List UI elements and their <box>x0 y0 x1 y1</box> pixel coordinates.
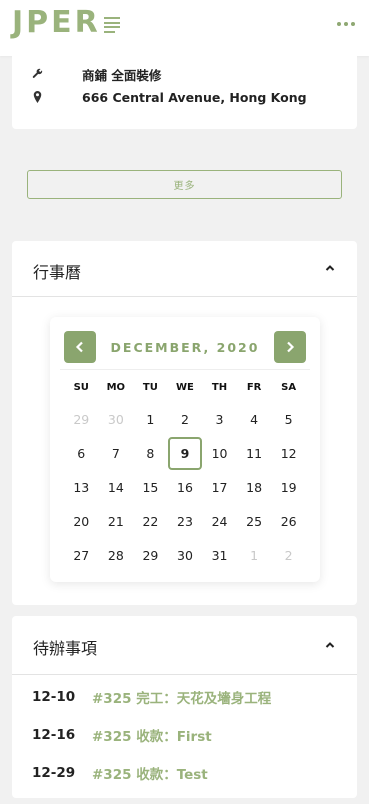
next-month-button[interactable] <box>274 331 306 363</box>
weekday-label: FR <box>246 381 262 393</box>
day-cell[interactable]: 19 <box>271 470 306 504</box>
more-button[interactable]: 更多 <box>27 170 342 199</box>
day-cell[interactable]: 12 <box>271 436 306 470</box>
weekday-label: MO <box>106 381 126 393</box>
calendar-grid: SU MO TU WE TH FR SA 29 30 1 2 3 4 5 6 7 <box>64 377 306 572</box>
weekday-label: TU <box>142 381 158 393</box>
weekday-label: TH <box>211 381 228 393</box>
day-cell[interactable]: 28 <box>99 538 134 572</box>
location-pin-icon <box>32 91 44 103</box>
day-cell[interactable]: 2 <box>271 538 306 572</box>
weekday-label: SA <box>281 381 297 393</box>
todo-item[interactable]: 12-29 #325 收款：Test <box>32 763 208 783</box>
calendar-widget: DECEMBER, 2020 SU MO TU WE TH FR SA 29 3… <box>50 317 320 582</box>
weekday-label: WE <box>176 381 194 393</box>
week-row: 29 30 1 2 3 4 5 <box>64 402 306 436</box>
todo-text[interactable]: #325 收款：Test <box>92 763 208 783</box>
weekday-label: SU <box>73 381 89 393</box>
day-cell[interactable]: 4 <box>237 402 272 436</box>
calendar-card: 行事曆 DECEMBER, 2020 SU MO TU WE TH FR SA <box>12 241 357 605</box>
weekday-row: SU MO TU WE TH FR SA <box>64 377 306 397</box>
wrench-icon <box>32 68 44 80</box>
day-cell[interactable]: 29 <box>133 538 168 572</box>
chevron-up-icon[interactable] <box>325 640 335 650</box>
calendar-title: 行事曆 <box>33 263 82 282</box>
day-cell[interactable]: 1 <box>237 538 272 572</box>
calendar-header[interactable]: 行事曆 <box>12 241 357 297</box>
day-cell[interactable]: 14 <box>99 470 134 504</box>
day-cell[interactable]: 13 <box>64 470 99 504</box>
week-row: 13 14 15 16 17 18 19 <box>64 470 306 504</box>
address-row: 666 Central Avenue, Hong Kong <box>32 90 307 105</box>
todo-text[interactable]: #325 完工：天花及墻身工程 <box>92 687 271 707</box>
calendar-divider <box>60 369 310 370</box>
day-cell[interactable]: 25 <box>237 504 272 538</box>
day-cell[interactable]: 17 <box>202 470 237 504</box>
day-cell[interactable]: 31 <box>202 538 237 572</box>
day-cell[interactable]: 11 <box>237 436 272 470</box>
todo-date: 12-29 <box>32 765 76 781</box>
chevron-up-icon[interactable] <box>325 263 335 273</box>
day-cell[interactable]: 30 <box>99 402 134 436</box>
week-row: 27 28 29 30 31 1 2 <box>64 538 306 572</box>
day-cell-selected[interactable]: 9 <box>167 436 203 470</box>
todo-date: 12-16 <box>32 727 76 743</box>
top-header: JPER <box>0 0 369 56</box>
day-cell[interactable]: 6 <box>64 436 99 470</box>
more-options-icon[interactable] <box>337 22 355 26</box>
day-cell[interactable]: 24 <box>202 504 237 538</box>
day-cell[interactable]: 21 <box>99 504 134 538</box>
day-cell[interactable]: 2 <box>168 402 203 436</box>
day-cell[interactable]: 22 <box>133 504 168 538</box>
todo-header[interactable]: 待辦事項 <box>12 616 357 675</box>
day-cell[interactable]: 8 <box>133 436 168 470</box>
todo-card: 待辦事項 12-10 #325 完工：天花及墻身工程 12-16 #325 收款… <box>12 616 357 798</box>
app-logo[interactable]: JPER <box>12 5 101 40</box>
week-row: 20 21 22 23 24 25 26 <box>64 504 306 538</box>
day-cell[interactable]: 23 <box>168 504 203 538</box>
day-cell[interactable]: 20 <box>64 504 99 538</box>
day-cell[interactable]: 1 <box>133 402 168 436</box>
menu-icon[interactable] <box>104 17 122 33</box>
day-cell[interactable]: 16 <box>168 470 203 504</box>
todo-item[interactable]: 12-10 #325 完工：天花及墻身工程 <box>32 687 271 707</box>
project-info-card: 商鋪 全面裝修 666 Central Avenue, Hong Kong <box>12 56 357 129</box>
todo-item[interactable]: 12-16 #325 收款：First <box>32 725 212 745</box>
week-row: 6 7 8 9 10 11 12 <box>64 436 306 470</box>
category-row: 商鋪 全面裝修 <box>32 68 161 83</box>
day-cell[interactable]: 30 <box>168 538 203 572</box>
category-text: 商鋪 全面裝修 <box>82 67 162 83</box>
day-cell[interactable]: 29 <box>64 402 99 436</box>
day-cell[interactable]: 26 <box>271 504 306 538</box>
address-text: 666 Central Avenue, Hong Kong <box>82 89 307 105</box>
todo-title: 待辦事項 <box>33 639 98 658</box>
day-cell[interactable]: 5 <box>271 402 306 436</box>
day-cell[interactable]: 27 <box>64 538 99 572</box>
day-cell[interactable]: 3 <box>202 402 237 436</box>
day-cell[interactable]: 7 <box>99 436 134 470</box>
day-cell[interactable]: 10 <box>202 436 237 470</box>
day-cell[interactable]: 15 <box>133 470 168 504</box>
todo-text[interactable]: #325 收款：First <box>92 725 212 745</box>
selected-day-label: 9 <box>167 436 202 470</box>
day-cell[interactable]: 18 <box>237 470 272 504</box>
todo-date: 12-10 <box>32 689 76 705</box>
